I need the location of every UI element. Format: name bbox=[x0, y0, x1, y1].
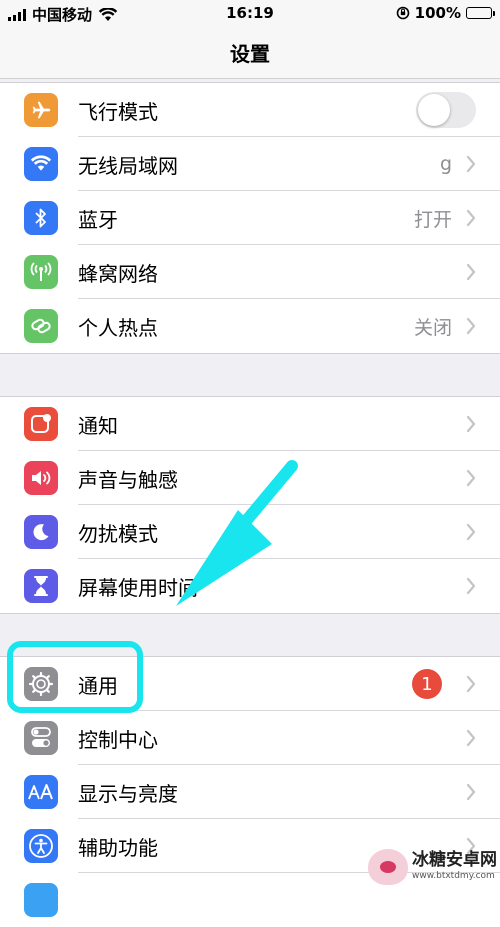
watermark: 冰糖安卓网 www.btxtdmy.com bbox=[368, 844, 500, 889]
watermark-title: 冰糖安卓网 bbox=[412, 850, 497, 870]
watermark-logo-icon bbox=[368, 848, 408, 885]
watermark-url: www.btxtdmy.com bbox=[412, 871, 495, 881]
pointer-arrow bbox=[176, 460, 298, 606]
watermark-text: 冰糖安卓网 www.btxtdmy.com bbox=[412, 852, 497, 881]
